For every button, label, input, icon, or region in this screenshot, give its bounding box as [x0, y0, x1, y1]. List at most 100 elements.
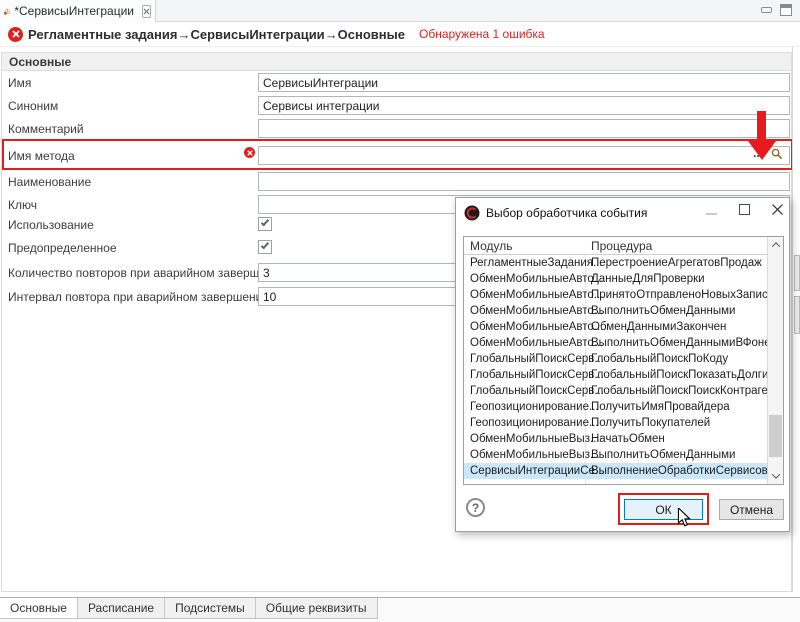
- label-comment: Комментарий: [8, 122, 84, 136]
- scheduled-job-icon: [4, 4, 10, 19]
- table-row[interactable]: ГлобальныйПоискСерв...ГлобальныйПоискПоК…: [464, 351, 767, 367]
- predefined-checkbox[interactable]: [258, 240, 272, 254]
- label-restart-interval: Интервал повтора при аварийном завершени…: [8, 290, 269, 304]
- cell-module: Геопозиционирование...: [470, 415, 599, 431]
- editor-tab-title: *СервисыИнтеграции: [14, 4, 134, 18]
- mouse-cursor: [676, 508, 692, 528]
- cell-module: ГлобальныйПоискСерв...: [470, 383, 604, 399]
- window: *СервисыИнтеграции Регламентные задания→…: [0, 0, 800, 622]
- cell-module: ГлобальныйПоискСерв...: [470, 367, 604, 383]
- name-input[interactable]: [258, 73, 790, 92]
- cell-module: ОбменМобильныеАвто...: [470, 319, 603, 335]
- cancel-button[interactable]: Отмена: [719, 499, 784, 520]
- overview-ruler: [792, 47, 800, 592]
- minimize-view-icon[interactable]: [761, 7, 772, 13]
- scrollbar-thumb[interactable]: [769, 415, 782, 457]
- table-row[interactable]: ОбменМобильныеАвто...ДанныеДляПроверки: [464, 271, 767, 287]
- comment-input[interactable]: [258, 119, 790, 138]
- table-row[interactable]: СервисыИнтеграцииСе...ВыполнениеОбработк…: [464, 463, 767, 479]
- dialog-app-icon: [464, 205, 480, 221]
- cell-procedure: ГлобальныйПоискПоискКонтрагента: [591, 383, 767, 399]
- tab-subsystems[interactable]: Подсистемы: [165, 598, 256, 619]
- minimize-icon[interactable]: [706, 213, 717, 215]
- cell-module: ОбменМобильныеАвто...: [470, 303, 603, 319]
- table-scrollbar[interactable]: [767, 237, 783, 484]
- table-row[interactable]: Геопозиционирование...ПолучитьИмяПровайд…: [464, 399, 767, 415]
- cell-module: ОбменМобильныеВыз...: [470, 447, 600, 463]
- table-rows: РегламентныеЗадания...ПерестроениеАгрега…: [464, 255, 767, 479]
- ruler-marker[interactable]: [794, 255, 800, 291]
- table-row[interactable]: Геопозиционирование...ПолучитьПокупателе…: [464, 415, 767, 431]
- scroll-up-icon[interactable]: [768, 237, 783, 253]
- cell-procedure: НачатьОбмен: [591, 431, 665, 447]
- help-button[interactable]: ?: [466, 498, 485, 517]
- editor-tab-strip: *СервисыИнтеграции: [0, 0, 800, 22]
- cell-module: ОбменМобильныеАвто...: [470, 271, 603, 287]
- cell-module: ОбменМобильныеАвто...: [470, 287, 603, 303]
- cell-module: ГлобальныйПоискСерв...: [470, 351, 604, 367]
- scroll-down-icon[interactable]: [768, 468, 783, 484]
- table-row[interactable]: ОбменМобильныеАвто...ВыполнитьОбменДанны…: [464, 335, 767, 351]
- label-name: Имя: [8, 76, 31, 90]
- handlers-table: Модуль Процедура РегламентныеЗадания...П…: [463, 236, 784, 485]
- cell-procedure: ПерестроениеАгрегатовПродаж: [591, 255, 762, 271]
- editor-tab-servicesintegration[interactable]: *СервисыИнтеграции: [0, 0, 156, 22]
- annotation-arrow-head: [748, 141, 776, 160]
- table-row[interactable]: ОбменМобильныеАвто...ОбменДаннымиЗаконче…: [464, 319, 767, 335]
- close-icon[interactable]: [772, 204, 783, 215]
- table-row[interactable]: ОбменМобильныеВыз...ВыполнитьОбменДанным…: [464, 447, 767, 463]
- cell-module: Геопозиционирование...: [470, 399, 599, 415]
- label-presentation: Наименование: [8, 175, 91, 189]
- table-row[interactable]: ГлобальныйПоискСерв...ГлобальныйПоискПок…: [464, 367, 767, 383]
- group-title: Основные: [9, 55, 71, 69]
- maximize-icon[interactable]: [739, 204, 750, 215]
- maximize-view-icon[interactable]: [780, 4, 792, 16]
- usage-checkbox[interactable]: [258, 217, 272, 231]
- synonym-input[interactable]: [258, 96, 790, 115]
- ruler-marker[interactable]: [794, 296, 800, 334]
- event-handler-dialog: Выбор обработчика события Модуль Процеду…: [455, 197, 790, 532]
- error-badge-icon: [8, 27, 23, 42]
- table-row[interactable]: ОбменМобильныеВыз...НачатьОбмен: [464, 431, 767, 447]
- table-row[interactable]: ГлобальныйПоискСерв...ГлобальныйПоискПои…: [464, 383, 767, 399]
- cell-procedure: ПолучитьИмяПровайдера: [591, 399, 730, 415]
- table-row[interactable]: ОбменМобильныеАвто...ПринятоОтправленоНо…: [464, 287, 767, 303]
- cell-procedure: ВыполнениеОбработкиСервисовИн...: [591, 463, 767, 479]
- cell-procedure: ПолучитьПокупателей: [591, 415, 710, 431]
- cell-procedure: ВыполнитьОбменДанными: [591, 303, 735, 319]
- cell-procedure: ГлобальныйПоискПоказатьДолги: [591, 367, 767, 383]
- method-name-field[interactable]: ...: [258, 146, 790, 165]
- cell-module: СервисыИнтеграцииСе...: [470, 463, 605, 479]
- table-row[interactable]: ОбменМобильныеАвто...ВыполнитьОбменДанны…: [464, 303, 767, 319]
- tab-common-attributes[interactable]: Общие реквизиты: [256, 598, 378, 619]
- cell-module: ОбменМобильныеВыз...: [470, 431, 600, 447]
- tab-schedule[interactable]: Расписание: [78, 598, 165, 619]
- annotation-arrow: [757, 111, 766, 142]
- field-error-icon: [244, 147, 255, 158]
- column-header-module[interactable]: Модуль: [470, 239, 513, 253]
- cell-procedure: ГлобальныйПоискПоКоду: [591, 351, 728, 367]
- tab-close-icon[interactable]: [142, 5, 151, 18]
- label-predefined: Предопределенное: [8, 241, 117, 255]
- label-restart-count: Количество повторов при аварийном заверш…: [8, 266, 286, 280]
- cell-module: ОбменМобильныеАвто...: [470, 335, 603, 351]
- cell-procedure: ДанныеДляПроверки: [591, 271, 705, 287]
- label-method-name: Имя метода: [8, 149, 75, 163]
- group-header: Основные: [2, 53, 791, 71]
- cell-procedure: ВыполнитьОбменДаннымиВФоне: [591, 335, 767, 351]
- cell-procedure: ПринятоОтправленоНовыхЗаписей: [591, 287, 767, 303]
- bottom-tab-bar: Основные Расписание Подсистемы Общие рек…: [0, 597, 800, 622]
- cell-procedure: ОбменДаннымиЗакончен: [591, 319, 726, 335]
- label-usage: Использование: [8, 218, 94, 232]
- breadcrumb: Регламентные задания→СервисыИнтеграции→О…: [28, 27, 405, 42]
- label-key: Ключ: [8, 198, 37, 212]
- table-header: Модуль Процедура: [464, 237, 783, 255]
- presentation-input[interactable]: [258, 172, 790, 191]
- table-row[interactable]: РегламентныеЗадания...ПерестроениеАгрега…: [464, 255, 767, 271]
- dialog-titlebar[interactable]: Выбор обработчика события: [456, 198, 789, 228]
- column-header-procedure[interactable]: Процедура: [591, 239, 652, 253]
- header-bar: Регламентные задания→СервисыИнтеграции→О…: [0, 22, 800, 47]
- tab-basics[interactable]: Основные: [0, 598, 78, 619]
- error-count-text: Обнаружена 1 ошибка: [419, 27, 545, 41]
- cell-procedure: ВыполнитьОбменДанными: [591, 447, 735, 463]
